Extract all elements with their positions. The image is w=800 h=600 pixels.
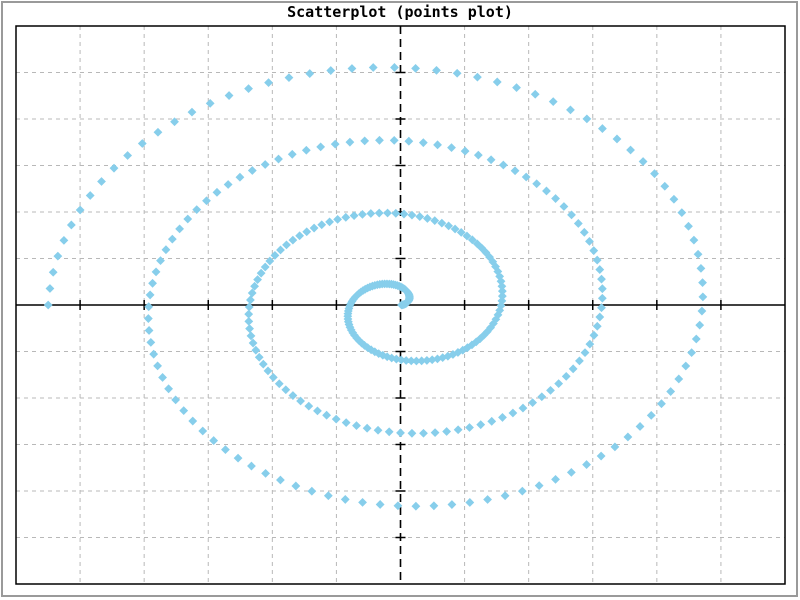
scatter-chart-canvas: [0, 0, 800, 600]
spiral-data-points: [44, 63, 707, 511]
plot-window: Scatterplot (points plot): [0, 0, 800, 600]
series-archimedean-spiral: [44, 63, 707, 511]
